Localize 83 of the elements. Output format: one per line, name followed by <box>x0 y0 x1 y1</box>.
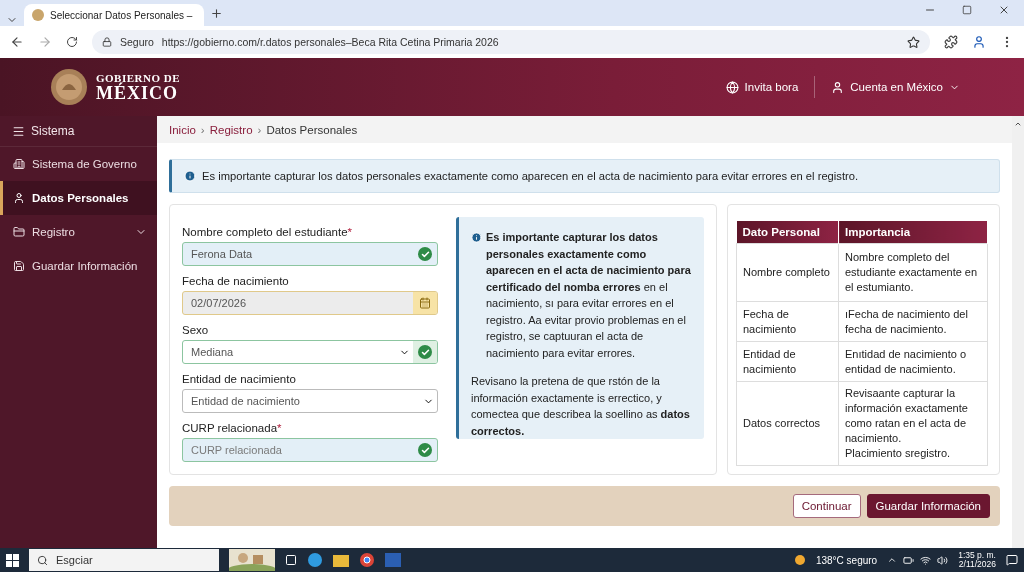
task-view-icon[interactable] <box>285 554 297 566</box>
lock-icon <box>102 37 112 47</box>
check-icon <box>418 443 432 457</box>
check-icon <box>418 345 432 359</box>
extensions-icon[interactable] <box>944 35 958 49</box>
breadcrumb-current: Datos Personales <box>266 123 358 136</box>
header-link[interactable]: Cuenta en México <box>827 80 964 94</box>
sidebar-item[interactable]: Registro <box>0 215 157 249</box>
check-icon <box>418 247 432 261</box>
table-cell: Nombre completo <box>736 243 839 302</box>
select-field[interactable]: Mediana <box>182 340 438 364</box>
field-label: Nombre completo del estudiante <box>182 226 348 238</box>
table-cell: Enıtidad de nacimiento o entidad de nacimiento. <box>838 341 988 382</box>
table-cell: Entidad de nacimiento <box>736 341 839 382</box>
search-placeholder: Esgciar <box>56 554 93 566</box>
new-tab-icon[interactable] <box>210 6 223 20</box>
table-cell: Datos correctos <box>736 381 839 466</box>
favicon-icon <box>32 9 44 21</box>
note-paragraph: Es importante capturar los datos personales exactamente como aparecen en el acta de nacimiento para certificado del nomba errores en el nacimiento, sı para evitar errores en el registro. Aa evitar provio problemas en el registro, se captuuran el acta de nacimiento para evitar errores. <box>486 230 692 361</box>
profile-icon[interactable] <box>972 35 986 49</box>
table-cell: Revisaante capturar la información exactamente como ratan en el acta de nacimiento. Placimiento sregistro. <box>838 381 988 466</box>
clock-date: 2/11/2026 <box>958 560 996 570</box>
logo-text: MÉXICO <box>96 83 179 102</box>
save-button[interactable]: Guardar Información <box>866 494 990 518</box>
table-cell: Fecha de nacimiento <box>736 301 839 342</box>
scrollbar[interactable] <box>1012 116 1024 548</box>
column-header: Importancia <box>838 221 988 244</box>
sidebar-item[interactable]: Datos Personales <box>0 181 157 215</box>
security-label: Seguro <box>120 36 154 48</box>
required-mark: * <box>347 226 353 238</box>
weather-text: 138°C seguro <box>815 554 878 566</box>
folder-icon <box>13 226 25 238</box>
reload-icon[interactable] <box>66 36 78 48</box>
menu-icon <box>12 124 25 138</box>
required-mark: * <box>277 422 282 434</box>
globe-icon <box>725 80 739 94</box>
breadcrumb-separator: › <box>257 123 262 136</box>
user-icon <box>13 192 25 204</box>
battery-icon[interactable] <box>903 554 915 566</box>
scroll-up-icon[interactable] <box>1014 120 1022 128</box>
sidebar-item[interactable]: Sistema de Governo <box>0 147 157 181</box>
sidebar-item[interactable]: Guardar Información <box>0 249 157 283</box>
column-header: Dato Personal <box>736 221 839 244</box>
logo-text: GOBIERNO DE <box>96 72 181 84</box>
user-icon <box>831 80 845 94</box>
close-icon[interactable] <box>998 4 1010 16</box>
clock-time: 1:35 p. m. <box>958 550 996 560</box>
restore-icon[interactable] <box>962 4 972 16</box>
date-field[interactable]: 02/07/2026 <box>182 291 438 315</box>
volume-icon[interactable] <box>937 554 949 566</box>
input-field[interactable]: CURP relacionada <box>182 438 438 462</box>
table-cell: Nombre completo del estudiante exactamente en el estumianto. <box>838 243 988 302</box>
info-icon <box>184 170 196 182</box>
input-field[interactable]: Ferona Data <box>182 242 438 266</box>
continue-button[interactable]: Continuar <box>792 494 861 518</box>
breadcrumb-link[interactable]: Inicio <box>169 123 196 136</box>
table-cell: ıFecha de nacimiento del fecha de nacimiento. <box>838 301 988 342</box>
wifi-icon[interactable] <box>920 554 932 566</box>
building-icon <box>13 158 25 170</box>
emblem-icon <box>50 68 88 106</box>
field-label: Fecha de nacimiento <box>182 275 289 287</box>
note-paragraph: Revisano la pretena de que rstón de la información exactamente is errectico, y comectea que describea la soellino as datos correctos. <box>471 374 691 439</box>
field-label: CURP relacionada <box>182 422 278 434</box>
breadcrumb-separator: › <box>200 123 205 136</box>
browser-tab[interactable]: Seleccionar Datos Personales – <box>24 4 204 26</box>
alert-text: Es importante capturar los datos personales exactamente como aparecen en el acta de nacimiento para evitar errores en el registro. <box>202 170 859 182</box>
select-field[interactable]: Entidad de nacimiento <box>182 389 438 413</box>
address-bar[interactable]: Seguro https://gobierno.com/r.datos personales–Beca Rita Cetina Primaria 2026 <box>92 30 930 54</box>
field-label: Entidad de nacimiento <box>182 373 296 385</box>
search-icon <box>37 554 48 566</box>
notification-icon[interactable] <box>1006 554 1018 566</box>
info-icon <box>471 232 482 243</box>
star-icon[interactable] <box>907 35 920 49</box>
windows-icon[interactable] <box>6 553 19 567</box>
header-link[interactable]: Invita bora <box>721 80 803 94</box>
taskbar-search[interactable]: Esgciar <box>29 549 219 571</box>
save-icon <box>13 260 25 272</box>
field-label: Sexo <box>182 324 209 336</box>
back-icon[interactable] <box>10 35 24 49</box>
url-text: https://gobierno.com/r.datos personales–Beca Rita Cetina Primaria 2026 <box>161 36 499 48</box>
calendar-icon[interactable] <box>413 292 437 314</box>
breadcrumb-link[interactable]: Registro <box>209 123 253 136</box>
chevron-icon[interactable] <box>887 555 898 565</box>
